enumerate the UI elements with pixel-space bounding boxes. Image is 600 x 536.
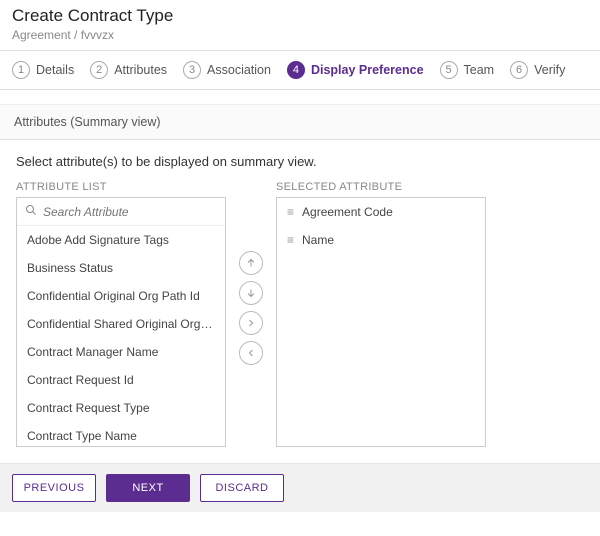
search-input[interactable] (43, 205, 217, 219)
attribute-list-title: ATTRIBUTE LIST (16, 181, 226, 193)
drag-handle-icon[interactable]: ≡ (287, 206, 294, 218)
step-label: Attributes (114, 63, 167, 77)
next-button[interactable]: NEXT (106, 474, 190, 502)
step-display-preference[interactable]: 4 Display Preference (281, 59, 430, 81)
list-item[interactable]: Confidential Original Org Path Id (17, 282, 225, 310)
page-title: Create Contract Type (12, 6, 588, 26)
step-attributes[interactable]: 2 Attributes (84, 59, 173, 81)
move-up-button[interactable] (239, 251, 263, 275)
list-item[interactable]: ≡ Agreement Code (277, 198, 485, 226)
list-item[interactable]: Contract Request Type (17, 394, 225, 422)
breadcrumb: Agreement / fvvvzx (12, 28, 588, 42)
move-right-button[interactable] (239, 311, 263, 335)
move-left-button[interactable] (239, 341, 263, 365)
list-item[interactable]: Contract Request Id (17, 366, 225, 394)
list-item[interactable]: Contract Type Name (17, 422, 225, 446)
step-label: Details (36, 63, 74, 77)
step-number: 6 (510, 61, 528, 79)
section-heading: Attributes (Summary view) (0, 104, 600, 140)
step-number: 3 (183, 61, 201, 79)
wizard-stepper: 1 Details 2 Attributes 3 Association 4 Display … (0, 50, 600, 90)
step-details[interactable]: 1 Details (6, 59, 80, 81)
available-listbox: Adobe Add Signature TagsBusiness StatusC… (16, 197, 226, 447)
list-item[interactable]: Adobe Add Signature Tags (17, 226, 225, 254)
list-item[interactable]: Contract Manager Name (17, 338, 225, 366)
step-number: 2 (90, 61, 108, 79)
step-label: Display Preference (311, 63, 424, 77)
selected-attribute-title: SELECTED ATTRIBUTE (276, 181, 486, 193)
step-association[interactable]: 3 Association (177, 59, 277, 81)
drag-handle-icon[interactable]: ≡ (287, 234, 294, 246)
previous-button[interactable]: PREVIOUS (12, 474, 96, 502)
search-icon (25, 204, 37, 219)
step-label: Verify (534, 63, 565, 77)
step-label: Team (464, 63, 495, 77)
step-team[interactable]: 5 Team (434, 59, 501, 81)
wizard-footer: PREVIOUS NEXT DISCARD (0, 463, 600, 512)
move-down-button[interactable] (239, 281, 263, 305)
step-number: 5 (440, 61, 458, 79)
list-item[interactable]: Business Status (17, 254, 225, 282)
step-verify[interactable]: 6 Verify (504, 59, 571, 81)
step-number: 4 (287, 61, 305, 79)
step-label: Association (207, 63, 271, 77)
discard-button[interactable]: DISCARD (200, 474, 284, 502)
instruction-text: Select attribute(s) to be displayed on s… (0, 140, 600, 181)
list-item[interactable]: ≡ Name (277, 226, 485, 254)
step-number: 1 (12, 61, 30, 79)
selected-listbox: ≡ Agreement Code ≡ Name (276, 197, 486, 447)
list-item[interactable]: Confidential Shared Original Organ… (17, 310, 225, 338)
list-item-label: Agreement Code (302, 205, 393, 219)
list-item-label: Name (302, 233, 334, 247)
